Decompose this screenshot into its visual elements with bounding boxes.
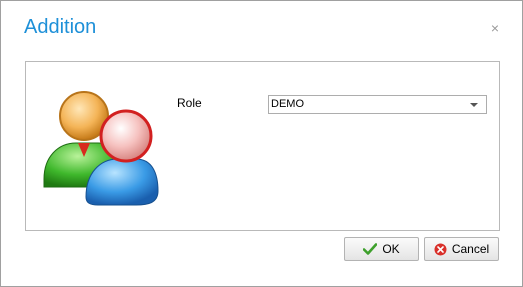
users-icon — [43, 91, 159, 206]
checkmark-icon — [363, 243, 378, 255]
close-icon[interactable]: × — [488, 20, 502, 36]
form-panel: Role DEMO — [25, 61, 500, 231]
dialog-title: Addition — [24, 16, 97, 38]
cancel-circle-icon — [434, 243, 447, 256]
role-label: Role — [177, 96, 202, 110]
cancel-button-label: Cancel — [451, 242, 490, 256]
role-select[interactable]: DEMO — [268, 95, 487, 114]
ok-button[interactable]: OK — [344, 237, 419, 261]
role-select-value: DEMO — [271, 98, 304, 110]
cancel-button[interactable]: Cancel — [424, 237, 499, 261]
addition-dialog: Addition × Role DEMO OK Cancel — [0, 0, 523, 287]
chevron-down-icon[interactable] — [470, 103, 478, 107]
ok-button-label: OK — [382, 242, 400, 256]
